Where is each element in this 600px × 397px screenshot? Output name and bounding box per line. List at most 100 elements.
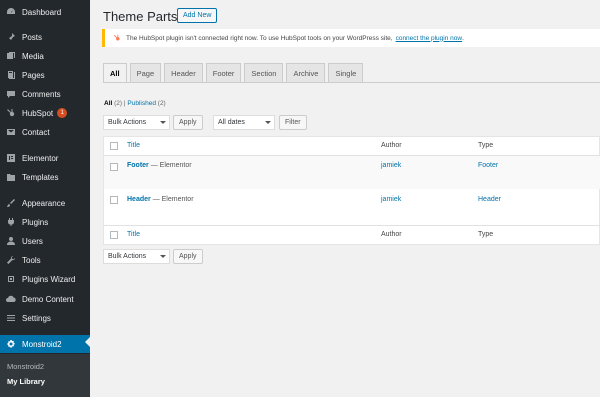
pin-icon [5, 31, 17, 43]
menu-comments[interactable]: Comments [0, 85, 90, 103]
menu-hubspot[interactable]: HubSpot 1 [0, 104, 90, 122]
bulk-actions-select[interactable]: Bulk Actions [103, 115, 170, 130]
settings-icon [5, 312, 17, 324]
submenu-monstroid2: Monstroid2 My Library [0, 354, 90, 397]
menu-label: Media [22, 51, 44, 61]
dates-value: All dates [218, 119, 245, 126]
main-content: Theme Parts Add New The HubSpot plugin i… [90, 0, 600, 397]
tab-all[interactable]: All [103, 63, 127, 82]
table-row: Footer — Elementor jamiek Footer [104, 156, 600, 189]
comment-icon [5, 88, 17, 100]
menu-label: Settings [22, 313, 51, 323]
filter-published-count: (2) [157, 100, 166, 107]
menu-settings[interactable]: Settings [0, 309, 90, 327]
pages-icon [5, 69, 17, 81]
menu-plugins[interactable]: Plugins [0, 213, 90, 231]
menu-tools[interactable]: Tools [0, 251, 90, 269]
tab-section[interactable]: Section [244, 63, 284, 82]
wrench-icon [5, 254, 17, 266]
menu-posts[interactable]: Posts [0, 28, 90, 46]
column-title[interactable]: Title [127, 142, 140, 149]
menu-contact[interactable]: Contact [0, 123, 90, 141]
column-author: Author [381, 142, 402, 149]
menu-label: Comments [22, 89, 61, 99]
menu-demo-content[interactable]: Demo Content [0, 290, 90, 308]
folder-icon [5, 171, 17, 183]
row-title-suffix: — Elementor [150, 162, 192, 169]
tab-page[interactable]: Page [129, 63, 162, 82]
select-all-checkbox[interactable] [110, 231, 118, 239]
filter-published[interactable]: Published [127, 100, 156, 107]
row-author-link[interactable]: jamiek [381, 162, 401, 169]
row-type-link[interactable]: Footer [478, 162, 498, 169]
row-title-link[interactable]: Header [127, 196, 151, 203]
update-count-badge: 1 [57, 108, 68, 118]
row-title-suffix: — Elementor [152, 196, 194, 203]
bulk-actions-select-bottom[interactable]: Bulk Actions [103, 249, 170, 264]
row-checkbox[interactable] [110, 163, 118, 171]
filter-button[interactable]: Filter [279, 115, 307, 130]
connect-plugin-link[interactable]: connect the plugin now [396, 35, 463, 42]
menu-label: Elementor [22, 153, 59, 163]
menu-elementor[interactable]: Elementor [0, 149, 90, 167]
admin-sidebar: Dashboard Posts Media Pages Comments Hub… [0, 0, 90, 397]
row-type-link[interactable]: Header [478, 196, 501, 203]
row-checkbox[interactable] [110, 196, 118, 204]
menu-label: Pages [22, 70, 45, 80]
menu-appearance[interactable]: Appearance [0, 194, 90, 212]
row-title-link[interactable]: Footer [127, 162, 149, 169]
menu-label: Monstroid2 [22, 339, 62, 349]
gear-icon [5, 338, 17, 350]
menu-label: HubSpot [22, 108, 54, 118]
menu-plugins-wizard[interactable]: Plugins Wizard [0, 270, 90, 288]
table-header-row: Title Author Type [104, 137, 600, 156]
apply-button-bottom[interactable]: Apply [173, 249, 203, 264]
tab-archive[interactable]: Archive [286, 63, 326, 82]
dates-select[interactable]: All dates [213, 115, 275, 130]
menu-label: Templates [22, 172, 59, 182]
elementor-icon [5, 152, 17, 164]
hubspot-icon [5, 107, 17, 119]
filter-separator: | [123, 100, 126, 107]
menu-monstroid2[interactable]: Monstroid2 [0, 335, 90, 353]
menu-dashboard[interactable]: Dashboard [0, 3, 90, 21]
filter-all-count: (2) [114, 100, 123, 107]
tabs-divider [103, 82, 600, 83]
menu-label: Dashboard [22, 7, 62, 17]
table-footer-row: Title Author Type [104, 225, 600, 245]
brush-icon [5, 197, 17, 209]
menu-templates[interactable]: Templates [0, 168, 90, 186]
media-icon [5, 50, 17, 62]
menu-media[interactable]: Media [0, 47, 90, 65]
chevron-down-icon [265, 121, 271, 124]
mail-icon [5, 126, 17, 138]
bulk-actions-value: Bulk Actions [108, 119, 147, 126]
column-type: Type [478, 142, 494, 149]
table-row: Header — Elementor jamiek Header [104, 189, 600, 225]
plug-icon [5, 216, 17, 228]
submenu-item-my-library[interactable]: My Library [7, 377, 45, 386]
tab-single[interactable]: Single [328, 63, 364, 82]
templates-table: Title Author Type Footer — Elementor jam… [103, 136, 600, 245]
row-author-link[interactable]: jamiek [381, 196, 401, 203]
column-title[interactable]: Title [127, 231, 140, 238]
wizard-icon [5, 273, 17, 285]
menu-users[interactable]: Users [0, 232, 90, 250]
menu-label: Users [22, 236, 43, 246]
tab-footer[interactable]: Footer [205, 63, 242, 82]
tab-header[interactable]: Header [164, 63, 203, 82]
add-new-button[interactable]: Add New [177, 8, 218, 23]
chevron-down-icon [160, 255, 166, 258]
notice-text: The HubSpot plugin isn't connected right… [126, 34, 393, 42]
submenu-item-monstroid2[interactable]: Monstroid2 [7, 362, 44, 371]
row-title-cell: Header — Elementor [127, 196, 194, 203]
menu-label: Demo Content [22, 294, 74, 304]
apply-button[interactable]: Apply [173, 115, 203, 130]
menu-label: Posts [22, 32, 43, 42]
filter-all[interactable]: All [104, 100, 112, 107]
select-all-checkbox[interactable] [110, 142, 118, 150]
menu-label: Appearance [22, 198, 66, 208]
menu-pages[interactable]: Pages [0, 66, 90, 84]
row-title-cell: Footer — Elementor [127, 162, 192, 169]
hubspot-icon [113, 34, 120, 41]
